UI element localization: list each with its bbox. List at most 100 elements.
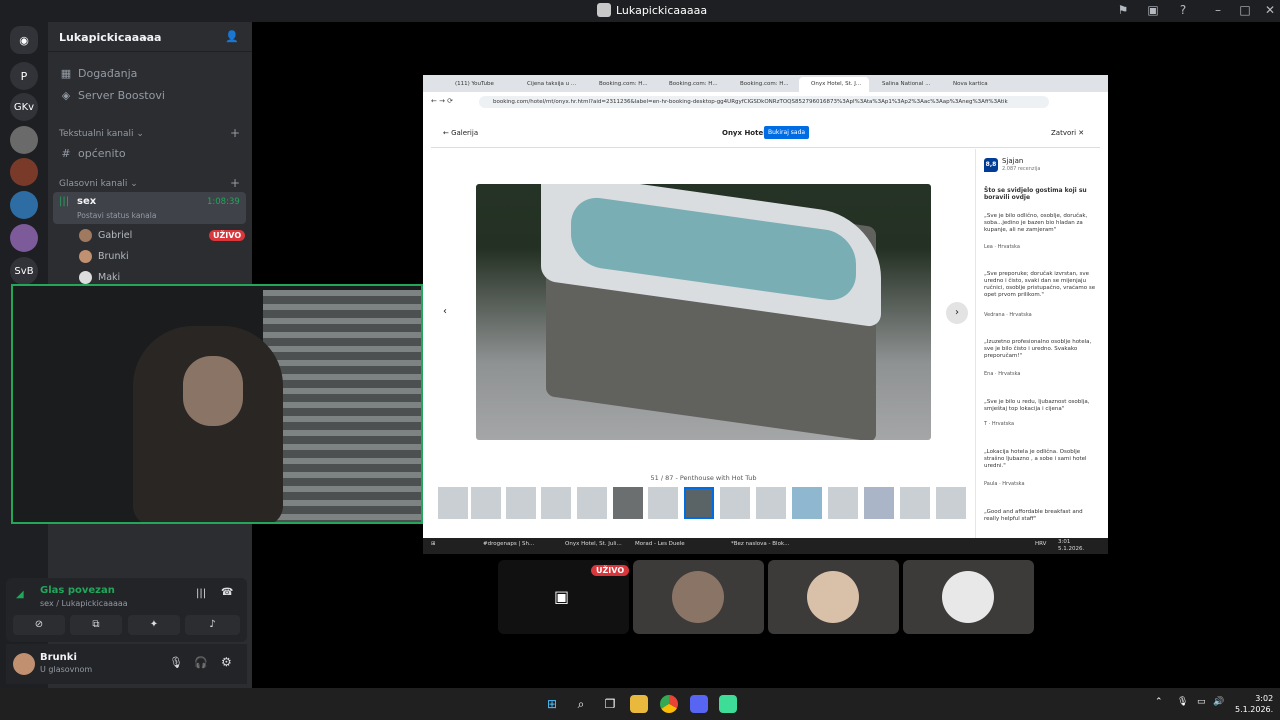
server-icon[interactable]: [10, 191, 38, 219]
book-now-button[interactable]: Bukiraj sada: [764, 126, 810, 139]
text-category[interactable]: Tekstualni kanali ⌄: [59, 129, 144, 139]
app-icon[interactable]: [719, 695, 737, 713]
voice-user-brunki[interactable]: Brunki: [79, 250, 129, 263]
search-icon[interactable]: ⌕: [572, 695, 590, 713]
review-text: „Good and affordable breakfast and reall…: [984, 509, 1083, 522]
address-bar[interactable]: booking.com/hotel/mt/onyx.hr.html?aid=23…: [479, 96, 1049, 108]
gallery-thumbnail[interactable]: [792, 487, 822, 519]
live-badge: UŽIVO: [591, 565, 630, 576]
taskbar-clock[interactable]: 3:02 5.1.2026.: [1235, 693, 1273, 715]
gallery-thumbnail[interactable]: [438, 487, 468, 519]
add-text-channel-icon[interactable]: +: [230, 126, 240, 140]
browser-tab[interactable]: Booking.com: H...: [587, 77, 657, 92]
headphones-icon[interactable]: 🎧: [194, 656, 208, 669]
server-svb[interactable]: SvB: [10, 257, 38, 285]
next-photo-icon[interactable]: ›: [946, 302, 968, 324]
activities-button[interactable]: ✦: [128, 615, 180, 635]
gallery-thumbnail[interactable]: [936, 487, 966, 519]
gallery-thumbnail[interactable]: [506, 487, 536, 519]
live-badge: UŽIVO: [209, 230, 246, 241]
events-item[interactable]: ▦ Događanja: [60, 67, 138, 80]
gallery-thumbnail[interactable]: [756, 487, 786, 519]
browser-tab[interactable]: Nova kartica: [941, 77, 1011, 92]
help-icon[interactable]: ?: [1174, 3, 1192, 17]
settings-gear-icon[interactable]: ⚙: [221, 655, 232, 669]
screen-icon[interactable]: ▣: [1144, 3, 1162, 17]
discord-home-icon[interactable]: ◉: [10, 26, 38, 54]
browser-tab[interactable]: (111) YouTube: [443, 77, 513, 92]
screen-share-button[interactable]: ⧉: [70, 615, 122, 635]
voice-user-gabriel[interactable]: Gabriel: [79, 229, 132, 242]
voice-channel-path[interactable]: sex / Lukapickicaaaaa: [40, 599, 128, 608]
server-header[interactable]: Lukapickicaaaaa ⌄ 👤: [48, 22, 252, 52]
reviews-title: Što se svidjelo gostima koji su boravili…: [984, 187, 1087, 201]
gallery-thumbnail[interactable]: [720, 487, 750, 519]
inbox-icon[interactable]: ⚑: [1114, 3, 1132, 17]
gallery-thumbnail[interactable]: [864, 487, 894, 519]
screen-share-stream[interactable]: (111) YouTube Cijena taksija u ... Booki…: [423, 75, 1108, 554]
task-view-icon[interactable]: ❐: [601, 695, 619, 713]
channel-opcenito[interactable]: # općenito: [60, 147, 125, 160]
window-blinds: [263, 290, 421, 522]
participant-tile[interactable]: [768, 560, 899, 634]
gallery-thumbnail-selected[interactable]: [684, 487, 714, 519]
username: Brunki: [40, 652, 77, 663]
server-p[interactable]: P: [10, 62, 38, 90]
server-active[interactable]: [10, 126, 38, 154]
close-button[interactable]: ✕: [1261, 3, 1279, 17]
gallery-thumbnail[interactable]: [900, 487, 930, 519]
microphone-icon[interactable]: 🎙: [1177, 697, 1188, 707]
avatar: [807, 571, 859, 623]
add-voice-channel-icon[interactable]: +: [230, 176, 240, 190]
browser-tab[interactable]: Booking.com: H...: [728, 77, 798, 92]
screen-share-icon: ▣: [554, 587, 570, 606]
participant-tile[interactable]: [633, 560, 764, 634]
voice-channel-sex[interactable]: ||| sex 1:08:39 Postavi status kanala: [53, 192, 246, 224]
server-icon[interactable]: [10, 158, 38, 186]
gallery-thumbnail[interactable]: [471, 487, 501, 519]
voice-category[interactable]: Glasovni kanali ⌄: [59, 179, 138, 189]
streamer-face: [183, 356, 243, 426]
webcam-popout[interactable]: [11, 284, 423, 524]
windows-start-icon[interactable]: ⊞: [543, 695, 561, 713]
review-text: „Sve je bilo u redu, ljubaznost osoblja,…: [984, 399, 1090, 412]
noise-icon[interactable]: |||: [196, 588, 206, 599]
server-avatar-icon: [597, 3, 611, 17]
voice-user-maki[interactable]: Maki: [79, 271, 120, 284]
soundboard-button[interactable]: ♪: [185, 615, 240, 635]
chrome-icon[interactable]: [660, 695, 678, 713]
gallery-thumbnail[interactable]: [613, 487, 643, 519]
volume-icon[interactable]: 🔊: [1213, 697, 1224, 707]
chevron-down-icon: ⌄: [140, 30, 150, 43]
browser-tab[interactable]: Salina National ...: [870, 77, 940, 92]
boost-item[interactable]: ◈ Server Boostovi: [60, 89, 165, 102]
gallery-thumbnail[interactable]: [828, 487, 858, 519]
browser-tab[interactable]: Booking.com: H...: [657, 77, 727, 92]
maximize-button[interactable]: □: [1236, 3, 1254, 17]
discord-icon[interactable]: [690, 695, 708, 713]
gallery-thumbnail[interactable]: [648, 487, 678, 519]
taskbar-app: Onyx Hotel, St. Juli...: [565, 541, 622, 547]
microphone-icon[interactable]: 🎙: [169, 656, 183, 669]
avatar: [79, 250, 92, 263]
server-gkv[interactable]: GKv: [10, 93, 38, 121]
nav-back-icon[interactable]: ← → ⟳: [431, 97, 453, 105]
prev-photo-icon[interactable]: ‹: [443, 306, 447, 317]
tray-expand-icon[interactable]: ⌃: [1155, 697, 1163, 707]
gallery-thumbnail[interactable]: [577, 487, 607, 519]
gallery-thumbnail[interactable]: [541, 487, 571, 519]
gallery-back-button[interactable]: ← Galerija: [443, 129, 478, 137]
participant-tile[interactable]: [903, 560, 1034, 634]
camera-off-button[interactable]: ⊘: [13, 615, 65, 635]
server-icon[interactable]: [10, 224, 38, 252]
minimize-button[interactable]: –: [1209, 3, 1227, 17]
disconnect-icon[interactable]: ☎: [221, 587, 233, 598]
browser-tab-active[interactable]: Onyx Hotel, St. J...: [799, 77, 869, 92]
gallery-close-button[interactable]: Zatvori ✕: [1051, 129, 1084, 137]
calendar-icon: ▦: [60, 67, 72, 80]
file-explorer-icon[interactable]: [630, 695, 648, 713]
network-icon[interactable]: ▭: [1197, 697, 1206, 707]
avatar[interactable]: [13, 653, 35, 675]
browser-tab[interactable]: Cijena taksija u ...: [515, 77, 585, 92]
add-member-icon[interactable]: 👤: [225, 30, 239, 43]
